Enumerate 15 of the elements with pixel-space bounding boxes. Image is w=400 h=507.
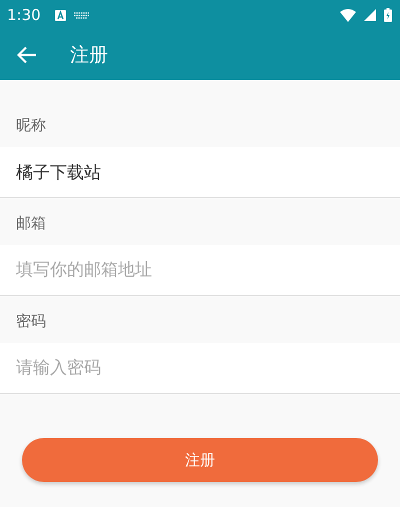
battery-icon xyxy=(384,8,392,22)
input-field[interactable]: 请输入密码 xyxy=(0,343,400,394)
field-label: 昵称 xyxy=(16,116,46,135)
back-button[interactable] xyxy=(16,44,38,66)
field-label: 邮箱 xyxy=(16,214,46,233)
keyboard-icon xyxy=(74,12,89,18)
input-field[interactable]: 橘子下载站 xyxy=(0,147,400,198)
status-time: 1:30 xyxy=(7,6,41,24)
field-label: 密码 xyxy=(16,312,46,331)
input-field[interactable]: 填写你的邮箱地址 xyxy=(0,245,400,296)
back-arrow-icon xyxy=(17,46,37,64)
wifi-icon xyxy=(340,8,356,22)
signal-icon xyxy=(364,9,376,21)
keyboard-language-icon xyxy=(54,10,66,20)
toolbar-title: 注册 xyxy=(70,43,108,68)
